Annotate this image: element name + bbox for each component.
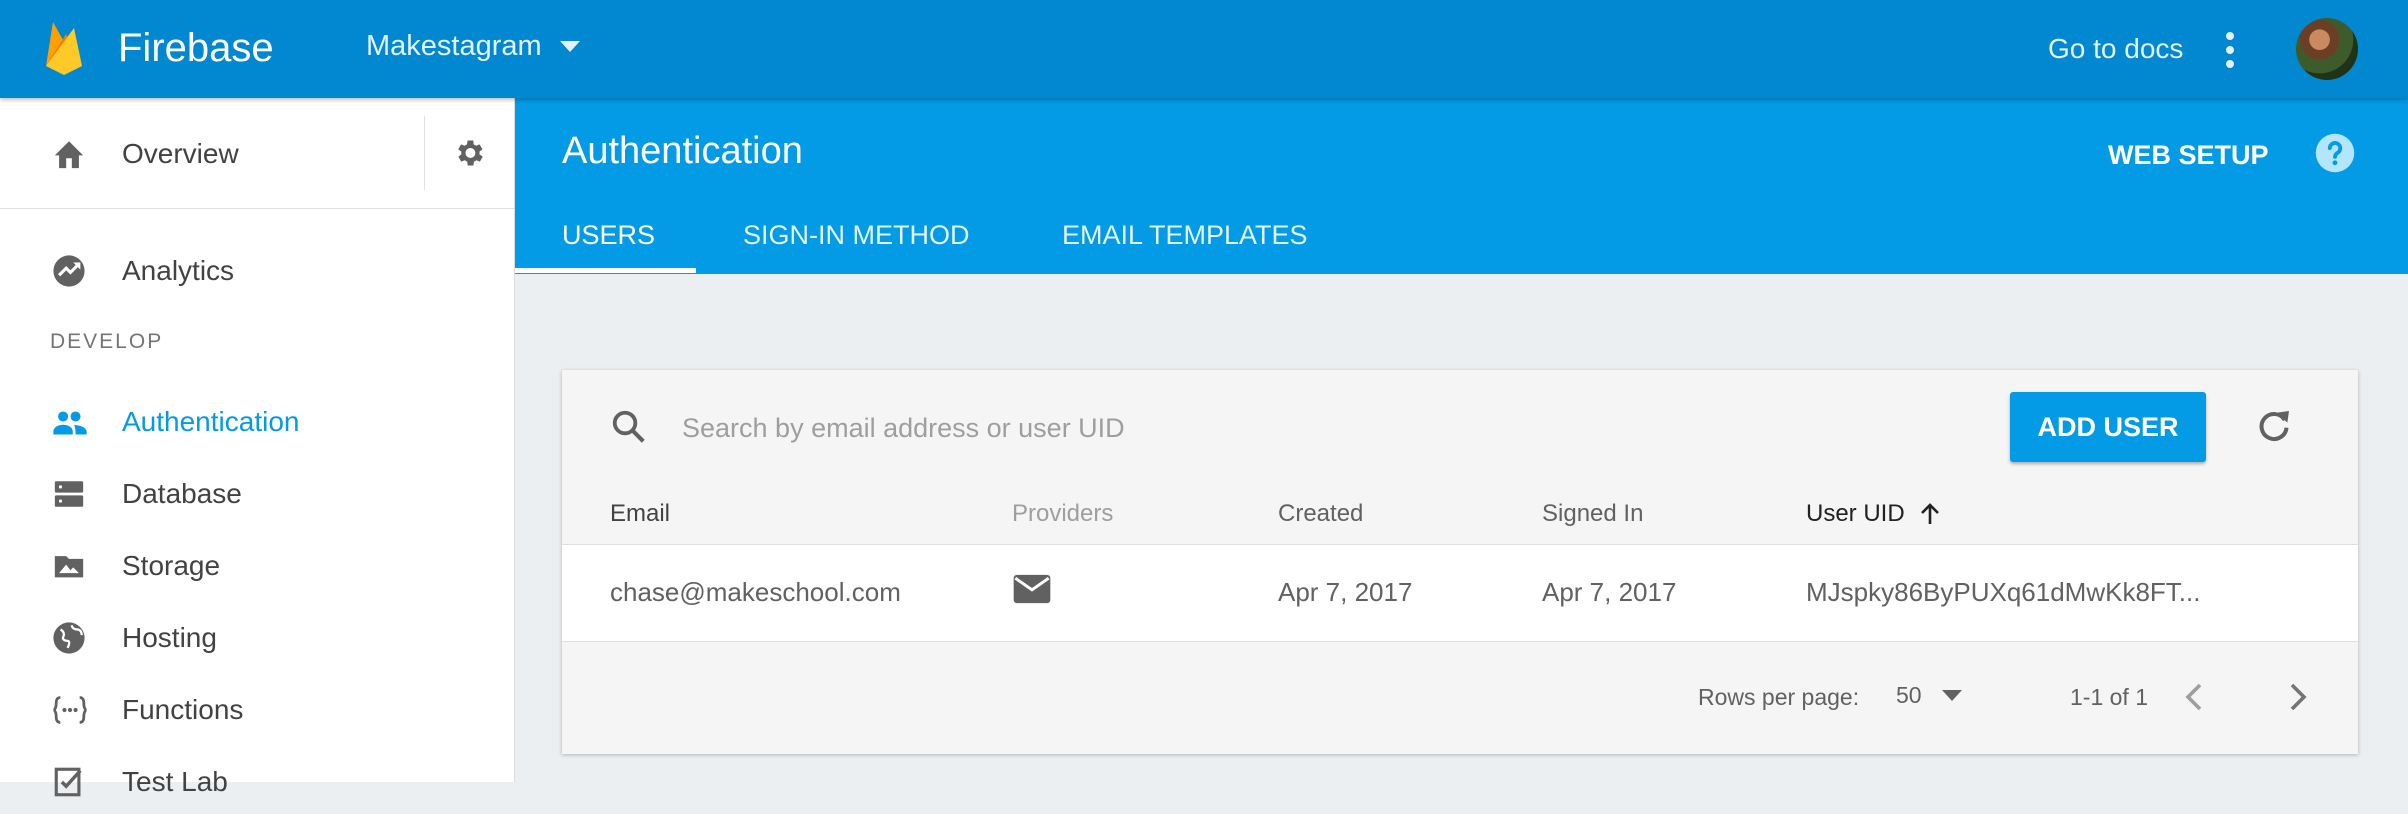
rows-per-page-label: Rows per page: <box>1698 684 1860 710</box>
refresh-icon[interactable] <box>2254 406 2294 451</box>
sort-arrow-up-icon <box>1920 503 1939 524</box>
add-user-button[interactable]: ADD USER <box>2010 392 2206 462</box>
page-header: Authentication WEB SETUP USERS SIGN-IN M… <box>514 98 2408 274</box>
user-created: Apr 7, 2017 <box>1278 577 1413 607</box>
sidebar-item-label: Storage <box>122 550 221 581</box>
sidebar-item-test-lab[interactable]: Test Lab <box>0 748 514 814</box>
sidebar-item-label: Test Lab <box>122 766 228 797</box>
home-icon <box>52 138 86 175</box>
people-icon <box>52 405 88 444</box>
help-icon[interactable] <box>2314 132 2356 179</box>
sidebar-item-overview[interactable]: Overview <box>0 98 424 208</box>
column-header-label: User UID <box>1806 500 1905 527</box>
page-title: Authentication <box>562 130 803 172</box>
column-header-signed-in: Signed In <box>1542 500 1644 527</box>
rows-per-page-select[interactable]: 50 <box>1896 682 1962 709</box>
table-row[interactable]: chase@makeschool.com Apr 7, 2017 Apr 7, … <box>562 545 2358 642</box>
gear-icon[interactable] <box>452 136 486 175</box>
chevron-right-icon[interactable] <box>2286 682 2310 717</box>
column-header-user-uid[interactable]: User UID <box>1806 500 1941 528</box>
users-card: ADD USER Email Providers Created Signed … <box>562 370 2358 754</box>
tab-sign-in-method[interactable]: SIGN-IN METHOD <box>743 220 970 251</box>
sidebar-item-hosting[interactable]: Hosting <box>0 604 514 670</box>
divider <box>424 116 425 190</box>
column-header-email: Email <box>610 500 671 527</box>
database-icon <box>52 477 86 516</box>
search-icon <box>610 408 648 451</box>
sidebar-item-database[interactable]: Database <box>0 460 514 526</box>
column-header-created: Created <box>1278 500 1364 527</box>
test-lab-icon <box>52 765 86 804</box>
section-label-develop: DEVELOP <box>50 330 164 353</box>
table-header: Email Providers Created Signed In User U… <box>562 484 2358 545</box>
rows-per-page-value: 50 <box>1896 682 1922 708</box>
sidebar: Overview Analytics DEVELOP Authenticatio… <box>0 98 515 797</box>
project-name: Makestagram <box>366 30 542 62</box>
user-signed-in: Apr 7, 2017 <box>1542 577 1677 607</box>
sidebar-item-label: Analytics <box>122 255 235 286</box>
chevron-left-icon[interactable] <box>2182 682 2206 717</box>
column-header-providers: Providers <box>1012 500 1114 527</box>
storage-icon <box>52 549 86 588</box>
tab-users[interactable]: USERS <box>562 220 655 251</box>
tab-email-templates[interactable]: EMAIL TEMPLATES <box>1062 220 1308 251</box>
sidebar-item-label: Database <box>122 478 242 509</box>
more-vert-icon[interactable] <box>2224 30 2236 75</box>
table-pagination: Rows per page: 50 1-1 of 1 <box>562 642 2358 754</box>
user-uid: MJspky86ByPUXq61dMwKk8FT... <box>1806 577 2201 607</box>
dropdown-arrow-icon <box>1941 689 1962 701</box>
sidebar-item-authentication[interactable]: Authentication <box>0 388 514 454</box>
analytics-icon <box>52 254 86 293</box>
dropdown-arrow-icon <box>559 40 580 52</box>
email-icon <box>1012 573 1052 610</box>
pagination-range: 1-1 of 1 <box>2070 684 2148 710</box>
firebase-logo-icon[interactable] <box>44 20 84 81</box>
sidebar-item-label: Authentication <box>122 406 300 437</box>
active-tab-indicator <box>514 268 696 273</box>
functions-icon <box>52 693 88 732</box>
users-toolbar: ADD USER <box>562 370 2358 485</box>
globe-icon <box>52 621 86 660</box>
user-avatar[interactable] <box>2296 18 2358 80</box>
sidebar-item-functions[interactable]: Functions <box>0 676 514 742</box>
web-setup-button[interactable]: WEB SETUP <box>2108 140 2269 171</box>
sidebar-item-label: Overview <box>122 138 239 169</box>
sidebar-item-analytics[interactable]: Analytics <box>0 237 514 303</box>
project-selector[interactable]: Makestagram <box>366 30 580 63</box>
go-to-docs-link[interactable]: Go to docs <box>2048 33 2183 65</box>
search-input[interactable] <box>680 400 1524 456</box>
sidebar-item-label: Functions <box>122 694 244 725</box>
overview-row: Overview <box>0 98 514 209</box>
sidebar-item-label: Hosting <box>122 622 217 653</box>
top-app-bar: Firebase Makestagram Go to docs <box>0 0 2408 98</box>
brand-name: Firebase <box>118 26 274 70</box>
user-email: chase@makeschool.com <box>610 577 901 607</box>
sidebar-item-storage[interactable]: Storage <box>0 532 514 598</box>
